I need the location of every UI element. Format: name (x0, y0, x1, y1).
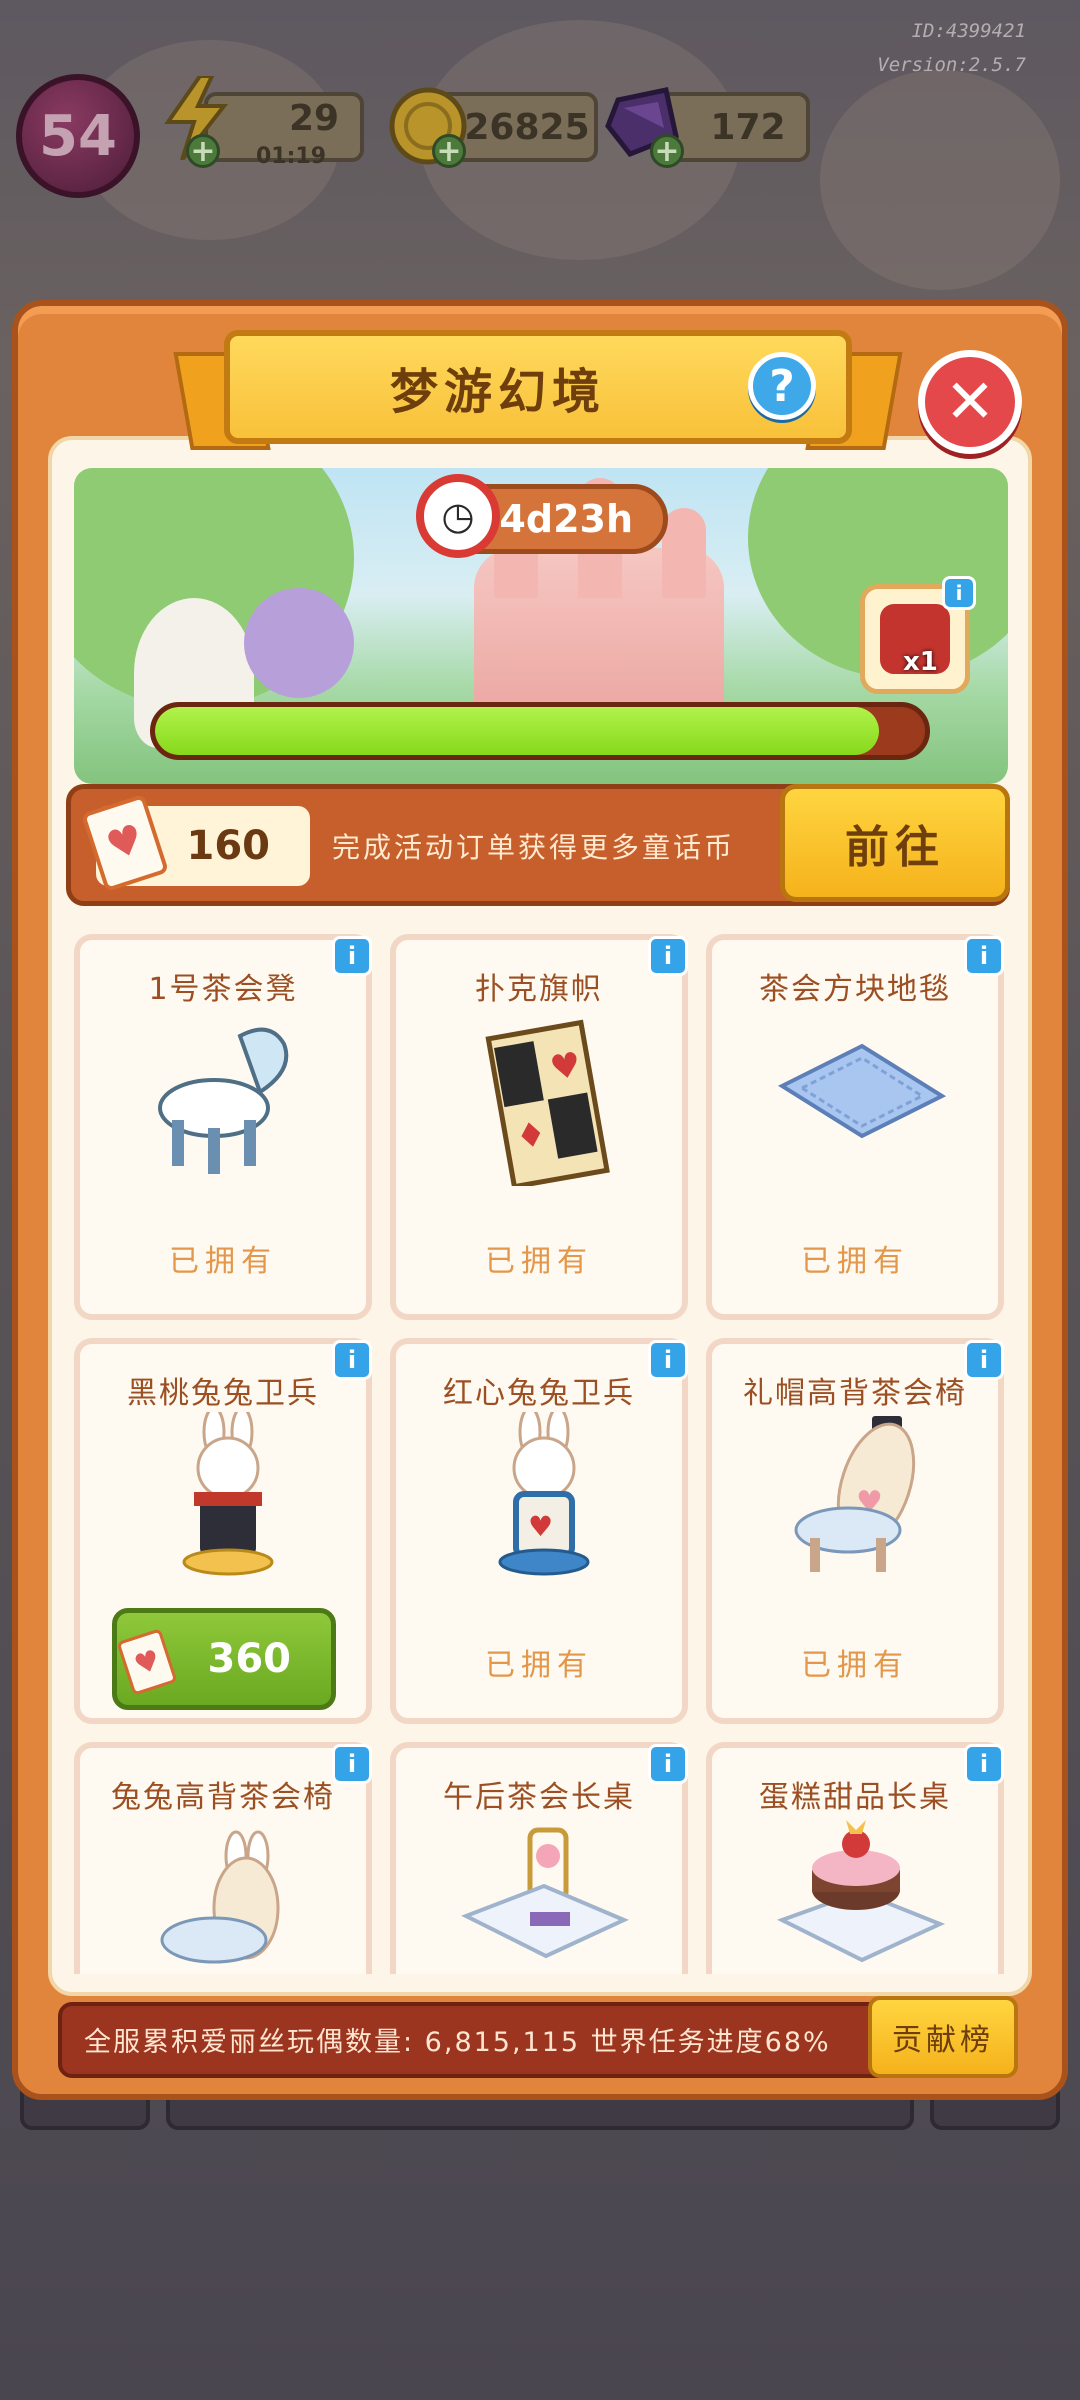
rank-label: 贡献榜 (892, 2023, 994, 2058)
player-id: ID:4399421 (911, 20, 1026, 42)
info-button[interactable]: i (332, 1340, 372, 1380)
gem-value: 172 (710, 106, 786, 148)
info-button[interactable]: i (648, 936, 688, 976)
add-coins-button[interactable]: + (432, 134, 466, 169)
info-button[interactable]: i (332, 936, 372, 976)
goto-button[interactable]: 前往 (780, 784, 1010, 902)
item-card[interactable]: 茶会方块地毯 已拥有 i (706, 934, 1004, 1320)
item-name: 红心兔兔卫兵 (443, 1376, 635, 1411)
event-progress-fill (155, 707, 879, 755)
svg-text:♥: ♥ (528, 1510, 553, 1543)
countdown-value: 4d23h (499, 497, 633, 541)
clock-icon: ◷ (416, 474, 500, 558)
chair-icon (160, 1830, 280, 1964)
price-value: 360 (207, 1636, 292, 1682)
world-task-stats: 全服累积爱丽丝玩偶数量: 6,815,115 世界任务进度68% (84, 2027, 831, 2058)
info-button[interactable]: i (964, 936, 1004, 976)
build-info: ID:4399421 Version:2.5.7 (877, 14, 1026, 82)
item-name: 1号茶会凳 (148, 972, 298, 1007)
item-owned-label: 已拥有 (169, 1244, 277, 1279)
cake-table-icon (776, 1820, 946, 1963)
item-card[interactable]: 1号茶会凳 已拥有 i (74, 934, 372, 1320)
energy-value: 29 (288, 97, 340, 139)
coin-amount: 160 (186, 823, 271, 869)
close-button[interactable]: ✕ (918, 350, 1022, 454)
item-grid: 1号茶会凳 已拥有 i 扑克旗帜 ♥ ♦ 已拥有 i 茶会方块地毯 已拥有 i (66, 922, 1014, 1974)
coin-hint: 完成活动订单获得更多童话币 (332, 831, 736, 864)
item-name: 午后茶会长桌 (443, 1780, 635, 1815)
rug-icon (777, 1043, 946, 1139)
item-owned-label: 已拥有 (485, 1244, 593, 1279)
close-icon: ✕ (944, 367, 996, 437)
contribution-rank-button[interactable]: 贡献榜 (868, 1996, 1018, 2078)
coin-value: 26825 (464, 106, 590, 148)
rabbit-guard-icon (182, 1412, 274, 1576)
chair-icon (158, 1027, 289, 1174)
event-progress-bar (150, 702, 930, 760)
reward-quantity: x1 (903, 647, 938, 677)
energy-timer: 01:19 (256, 144, 327, 169)
item-card[interactable]: 黑桃兔兔卫兵 360 ♥ i (74, 1338, 372, 1724)
rabbit-guard-icon: ♥ (498, 1412, 590, 1576)
table-icon (461, 1827, 629, 1959)
item-card[interactable]: 礼帽高背茶会椅 ♥ 已拥有 i (706, 1338, 1004, 1724)
background-tree (820, 70, 1060, 290)
item-card[interactable]: 扑克旗帜 ♥ ♦ 已拥有 i (390, 934, 688, 1320)
player-level: 54 (39, 103, 117, 169)
add-energy-button[interactable]: + (186, 134, 220, 169)
question-icon: ? (769, 360, 795, 412)
chair-icon: ♥ (794, 1416, 916, 1572)
info-button[interactable]: i (332, 1744, 372, 1784)
version-label: Version:2.5.7 (877, 54, 1026, 76)
item-name: 礼帽高背茶会椅 (743, 1376, 967, 1411)
info-button[interactable]: i (648, 1340, 688, 1380)
item-card[interactable]: 午后茶会长桌 i (390, 1742, 688, 1974)
cat-character (244, 588, 354, 698)
item-card[interactable]: 兔兔高背茶会椅 i (74, 1742, 372, 1974)
flag-icon: ♥ ♦ (485, 1019, 610, 1186)
item-owned-label: 已拥有 (485, 1648, 593, 1683)
info-button[interactable]: i (648, 1744, 688, 1784)
player-level-badge[interactable]: 54 (16, 74, 140, 198)
item-card[interactable]: 蛋糕甜品长桌 i (706, 1742, 1004, 1974)
reward-info-button[interactable]: i (942, 576, 976, 610)
add-gems-button[interactable]: + (650, 134, 684, 169)
item-name: 兔兔高背茶会椅 (111, 1780, 335, 1815)
info-button[interactable]: i (964, 1340, 1004, 1380)
item-owned-label: 已拥有 (801, 1648, 909, 1683)
item-name: 蛋糕甜品长桌 (759, 1780, 951, 1815)
item-name: 黑桃兔兔卫兵 (127, 1376, 319, 1411)
item-owned-label: 已拥有 (801, 1244, 909, 1279)
goto-label: 前往 (845, 822, 945, 873)
castle-tower (662, 508, 706, 598)
item-card[interactable]: 红心兔兔卫兵 ♥ 已拥有 i (390, 1338, 688, 1724)
item-name: 扑克旗帜 (475, 972, 603, 1007)
panel-title: 梦游幻境 (389, 364, 606, 420)
help-button[interactable]: ? (748, 352, 816, 420)
info-button[interactable]: i (964, 1744, 1004, 1784)
item-name: 茶会方块地毯 (759, 972, 951, 1007)
